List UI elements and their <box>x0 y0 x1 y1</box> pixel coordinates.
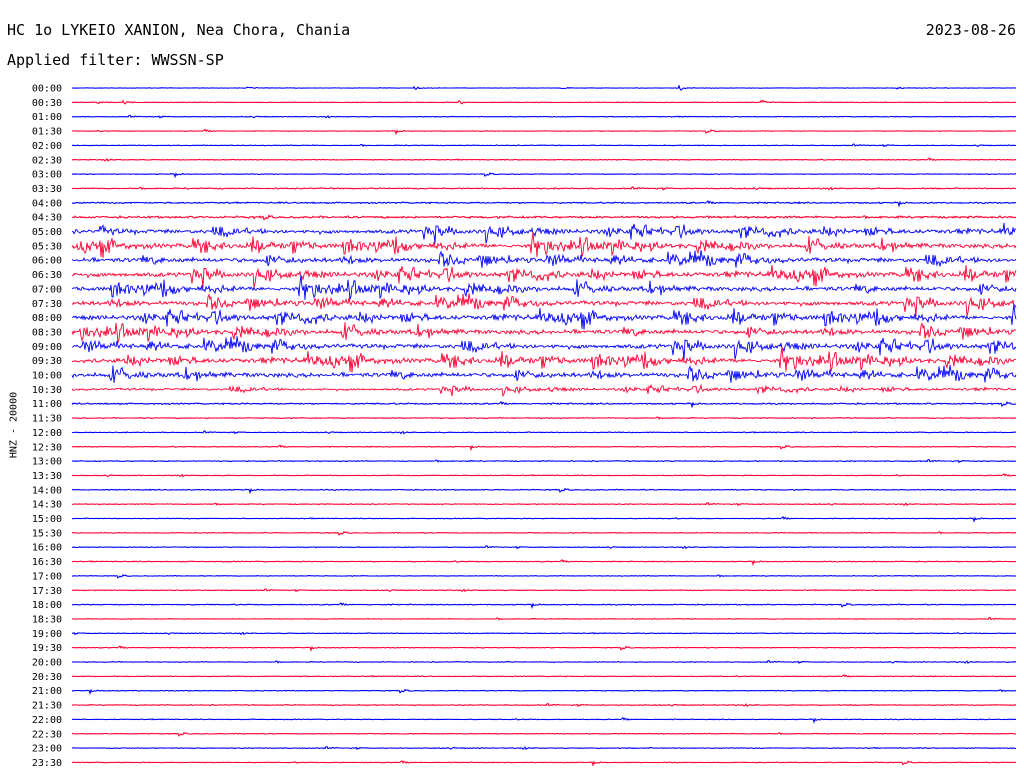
row-time-label: 03:30 <box>32 184 62 195</box>
row-time-label: 00:30 <box>32 98 62 109</box>
row-time-label: 23:00 <box>32 744 62 755</box>
row-time-label: 18:30 <box>32 614 62 625</box>
row-time-label: 20:30 <box>32 672 62 683</box>
row-time-label: 12:30 <box>32 442 62 453</box>
trace-line <box>71 322 1017 343</box>
row-time-label: 20:00 <box>32 658 62 669</box>
trace-line <box>72 631 1017 636</box>
row-time-label: 18:00 <box>32 600 62 611</box>
trace-line <box>71 172 1017 179</box>
row-time-label: 08:30 <box>32 327 62 338</box>
trace-line <box>72 458 1016 464</box>
trace-line <box>71 383 1017 398</box>
trace-line <box>71 416 1017 420</box>
trace-line <box>71 487 1017 495</box>
trace-line <box>71 645 1017 652</box>
row-time-label: 21:00 <box>32 686 62 697</box>
trace-line <box>71 222 1017 244</box>
row-time-label: 11:30 <box>32 414 62 425</box>
trace-line <box>71 157 1017 162</box>
trace-line <box>71 99 1017 105</box>
row-time-label: 05:30 <box>32 241 62 252</box>
trace-line <box>71 502 1017 507</box>
row-time-label: 23:30 <box>32 758 62 769</box>
row-time-label: 16:30 <box>32 557 62 568</box>
trace-line <box>71 602 1017 610</box>
trace-line <box>71 716 1017 724</box>
row-time-label: 07:30 <box>32 299 62 310</box>
row-time-label: 02:00 <box>32 141 62 152</box>
row-time-label: 09:30 <box>32 356 62 367</box>
trace-line <box>71 336 1017 360</box>
trace-line <box>71 688 1017 696</box>
trace-line <box>71 673 1017 678</box>
row-time-label: 12:00 <box>32 428 62 439</box>
row-time-label: 15:30 <box>32 528 62 539</box>
row-time-label: 19:00 <box>32 629 62 640</box>
row-time-label: 13:30 <box>32 471 62 482</box>
trace-line <box>71 702 1017 708</box>
trace-line <box>71 545 1017 550</box>
trace-line <box>71 746 1017 751</box>
row-time-label: 14:30 <box>32 500 62 511</box>
row-time-label: 21:30 <box>32 701 62 712</box>
trace-line <box>71 400 1017 409</box>
trace-line <box>72 84 1017 91</box>
trace-line <box>71 530 1017 536</box>
row-time-label: 04:30 <box>32 213 62 224</box>
row-time-label: 02:30 <box>32 155 62 166</box>
trace-line <box>71 214 1017 221</box>
trace-line <box>71 231 1017 258</box>
row-time-label: 05:00 <box>32 227 62 238</box>
row-time-label: 03:00 <box>32 170 62 181</box>
row-time-label: 04:00 <box>32 198 62 209</box>
row-time-label: 09:00 <box>32 342 62 353</box>
trace-line <box>71 588 1017 593</box>
trace-line <box>71 303 1017 330</box>
trace-line <box>72 617 1017 621</box>
trace-line <box>71 559 1016 566</box>
trace-line <box>71 760 1016 767</box>
row-time-label: 10:30 <box>32 385 62 396</box>
trace-line <box>71 186 1017 191</box>
row-time-label: 17:00 <box>32 571 62 582</box>
trace-line <box>71 250 1017 269</box>
trace-line <box>71 444 1016 452</box>
row-time-label: 11:00 <box>32 399 62 410</box>
trace-line <box>71 264 1017 288</box>
row-time-label: 01:00 <box>32 112 62 123</box>
row-time-label: 22:30 <box>32 729 62 740</box>
row-time-label: 00:00 <box>32 84 62 95</box>
trace-line <box>71 275 1017 300</box>
row-time-label: 15:00 <box>32 514 62 525</box>
trace-line <box>71 346 1017 373</box>
row-time-label: 07:00 <box>32 284 62 295</box>
trace-line <box>71 731 1017 737</box>
trace-line <box>72 573 1017 579</box>
row-time-label: 16:00 <box>32 543 62 554</box>
trace-line <box>71 660 1017 665</box>
row-time-label: 10:00 <box>32 371 62 382</box>
trace-line <box>72 473 1017 478</box>
row-time-label: 06:00 <box>32 256 62 267</box>
row-time-label: 06:30 <box>32 270 62 281</box>
row-time-label: 13:00 <box>32 457 62 468</box>
row-time-label: 17:30 <box>32 586 62 597</box>
trace-line <box>71 200 1016 208</box>
row-time-label: 01:30 <box>32 127 62 138</box>
trace-line <box>71 516 1017 523</box>
trace-line <box>71 128 1017 136</box>
helicorder-plot: 00:00 00:30 01:00 01:30 02:00 02:30 03:00 03:30… <box>32 84 1017 769</box>
row-time-label: 08:00 <box>32 313 62 324</box>
row-time-label: 19:30 <box>32 643 62 654</box>
trace-line <box>71 114 1017 119</box>
trace-line <box>71 143 1017 148</box>
trace-line <box>71 430 1017 435</box>
row-time-label: 14:00 <box>32 485 62 496</box>
row-time-label: 22:00 <box>32 715 62 726</box>
